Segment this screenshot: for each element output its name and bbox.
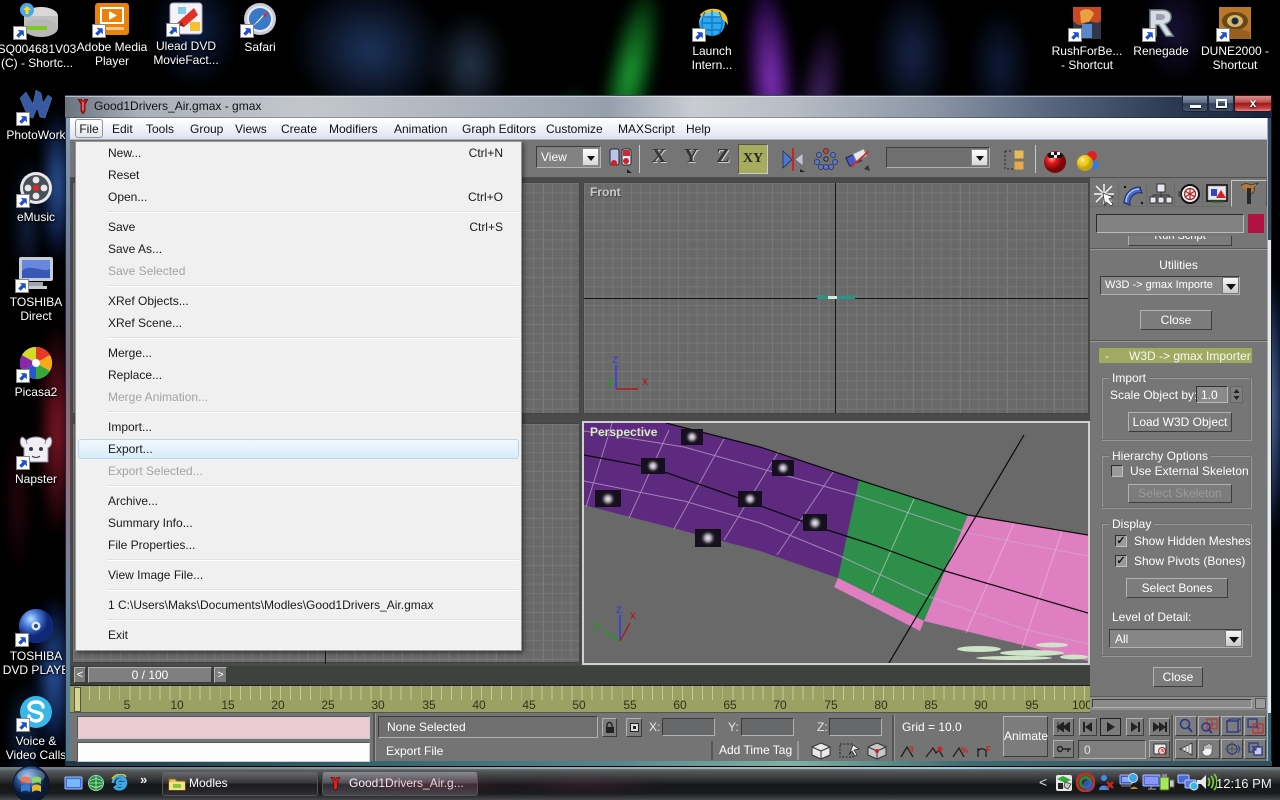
svg-text:z: z — [616, 602, 622, 616]
svg-text:z: z — [612, 352, 618, 366]
svg-text:3: 3 — [909, 745, 914, 754]
svg-text:F: F — [986, 745, 991, 754]
svg-text:x: x — [630, 608, 636, 622]
svg-text:y: y — [594, 618, 600, 632]
svg-text:%: % — [961, 746, 968, 755]
svg-text:y: y — [608, 374, 614, 388]
svg-text:x: x — [642, 374, 648, 388]
